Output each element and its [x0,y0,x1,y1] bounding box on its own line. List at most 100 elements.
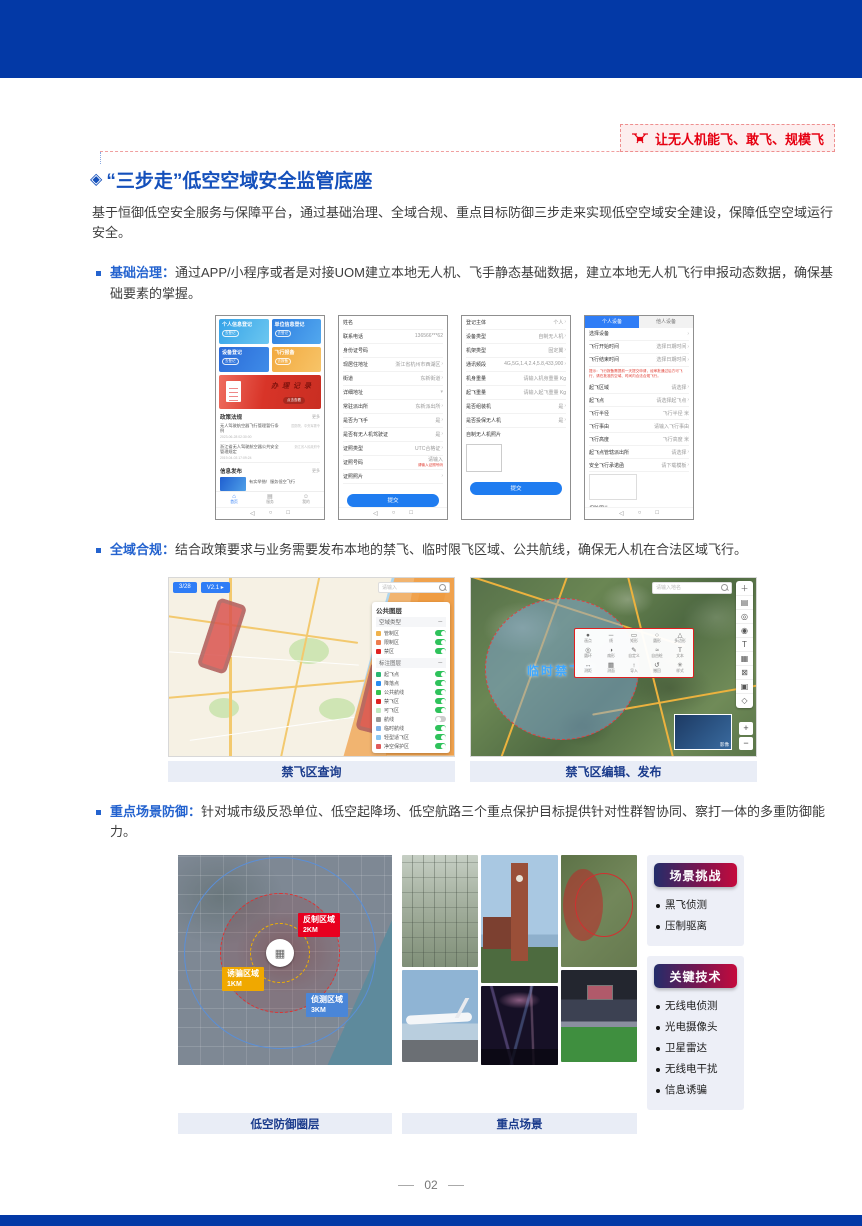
layer-toggle[interactable] [435,689,446,695]
drawing-tool[interactable]: ≈ 自由绘 [646,646,668,660]
collapse-icon[interactable]: － [437,659,443,667]
android-nav-key[interactable]: ◁ [373,510,378,517]
drawing-tool[interactable]: ─ 线 [600,631,622,645]
drawing-tool[interactable]: ↔ 测距 [577,661,599,675]
records-banner[interactable]: 办 理 记 录 点击查看 [219,375,321,409]
nav-tab[interactable]: ⌂ 首页 [216,492,252,508]
nav-tab[interactable]: ☺ 我的 [288,492,324,508]
form-row[interactable]: 起飞重量 请输入起飞重量 Kg [466,386,566,400]
form-row[interactable]: 现居住地址 浙江省杭州市西湖区› [343,358,443,372]
form-row[interactable]: 证照照片 › [343,470,443,484]
drawing-tool[interactable]: ✎ 自定义 [623,646,645,660]
form-row[interactable]: 设备类型 自制无人机› [466,330,566,344]
form-row[interactable]: 选择设备 › [589,328,689,341]
layer-toggle[interactable] [435,716,446,722]
more-link[interactable]: 更多 [312,468,320,474]
layer-toggle[interactable] [435,639,446,645]
layer-toggle[interactable] [435,680,446,686]
toolbar-icon[interactable]: ⊠ [736,666,753,680]
drawing-tool[interactable]: ▦ 测面 [600,661,622,675]
policy-item[interactable]: 无人驾驶航空器飞行管理暂行条例 2023-06-28 02:30:00 国务院、… [220,423,320,442]
toolbar-icon[interactable]: T [736,638,753,652]
layer-toggle[interactable] [435,725,446,731]
no-fly-query-map[interactable]: 3/28 V2.1 ▸ 请输入 公共图层 空域类型 － 管制区 [168,577,455,757]
toolbar-icon[interactable]: ▤ [736,596,753,610]
minimap[interactable]: 影像 [674,714,732,750]
form-row[interactable]: 姓名 [343,316,443,330]
submit-button[interactable]: 提交 [347,494,439,507]
more-link[interactable]: 更多 [312,414,320,420]
android-nav-key[interactable]: ○ [269,510,273,516]
drawing-tool[interactable]: ● 画点 [577,631,599,645]
toolbar-icon[interactable]: ◎ [736,610,753,624]
drawing-tool[interactable]: T 文本 [669,646,691,660]
no-fly-edit-map[interactable]: 临时禁飞区 ● 画点 ─ 线 ▭ 矩形 ○ 圆形 △ 多边形 ◎ [470,577,757,757]
home-card[interactable]: 单位信息登记 去登记 [272,319,322,344]
drawing-tool[interactable]: ◑ 扇形 [600,646,622,660]
news-item[interactable]: 有实举措！服务低空飞行 [220,477,320,491]
toolbar-icon[interactable]: ◇ [736,694,753,707]
android-nav-key[interactable]: ◁ [250,510,255,517]
drawing-tool[interactable]: ○ 圆形 [646,631,668,645]
form-row[interactable]: 飞行事由 请输入飞行事由 [589,420,689,433]
drawing-tool[interactable]: ◎ 圆环 [577,646,599,660]
home-card[interactable]: 飞行报备 去报备 [272,347,322,372]
drawing-tool[interactable]: ✳ 样式 [669,661,691,675]
android-nav-key[interactable]: ○ [638,510,642,516]
form-row[interactable]: 证照号码 请输入 请输入证照号码 [343,456,443,470]
submit-button[interactable]: 提交 [470,482,562,495]
form-row[interactable]: 常驻派出所 东新派出所› [343,400,443,414]
zoom-out-button[interactable]: − [739,737,753,750]
form-row[interactable]: 登记主体 个人› [466,316,566,330]
form-row[interactable]: 联系电话 136566***62 [343,330,443,344]
form-row[interactable]: 机架类型 固定翼› [466,344,566,358]
zoom-in-button[interactable]: + [739,722,753,735]
form-row[interactable]: 是否为飞手 是› [343,414,443,428]
map-search-input[interactable]: 请输入 [378,582,450,593]
android-nav-key[interactable]: □ [655,510,659,516]
form-row[interactable]: 飞行高度 飞行高度 米 [589,433,689,446]
form-row[interactable]: 起飞区域 请选择› [589,381,689,394]
tab-other-device[interactable]: 他人设备 [639,316,693,328]
toolbar-icon[interactable]: ▣ [736,680,753,694]
collapse-icon[interactable]: － [437,618,443,626]
android-nav-key[interactable]: ○ [392,510,396,516]
view-button[interactable]: 点击查看 [283,397,305,404]
commitment-letter-box[interactable] [589,474,637,500]
android-nav-key[interactable]: ◁ [619,510,624,517]
form-row[interactable]: 飞行半径 飞行半径 米 [589,407,689,420]
drawing-tool[interactable]: ↺ 撤回 [646,661,668,675]
map-version-button[interactable]: 3/28 [173,582,197,593]
home-card[interactable]: 设备登记 去登记 [219,347,269,372]
form-row[interactable]: 街道 东新街道› [343,372,443,386]
map-version-button[interactable]: V2.1 ▸ [201,582,230,593]
legend-group-header[interactable]: 空域类型 － [376,617,446,627]
layer-toggle[interactable] [435,671,446,677]
form-row[interactable]: 是否有无人机驾驶证 是› [343,428,443,442]
form-row[interactable]: 证照类型 UTC合格证› [343,442,443,456]
layer-toggle[interactable] [435,648,446,654]
layer-toggle[interactable] [435,698,446,704]
layer-toggle[interactable] [435,743,446,749]
form-row[interactable]: 机身重量 请输入机身重量 Kg [466,372,566,386]
android-nav-key[interactable]: □ [286,510,290,516]
form-row[interactable]: 身份证号码 [343,344,443,358]
form-row[interactable]: 安全飞行承诺函 请下载模板› [589,459,689,472]
map-search-input[interactable]: 请输入地名 [652,582,732,594]
form-row[interactable]: 通讯频段 4G,5G,1.4,2.4,5.8,433,900› [466,358,566,372]
toolbar-icon[interactable]: ＋ [736,582,753,596]
home-card[interactable]: 个人信息登记 去登记 [219,319,269,344]
form-row[interactable]: 详细地址 ▾ [343,386,443,400]
layer-toggle[interactable] [435,707,446,713]
tab-own-device[interactable]: 个人设备 [585,316,639,328]
drawing-tool[interactable]: △ 多边形 [669,631,691,645]
layer-toggle[interactable] [435,630,446,636]
policy-item[interactable]: 浙江省无人驾驶航空器公共安全管理规定 2019-04-03 17:09:24 浙… [220,444,320,463]
nav-tab[interactable]: ▤ 服务 [252,492,288,508]
drawing-tool[interactable]: ↑ 导入 [623,661,645,675]
photo-upload-box[interactable] [466,444,502,472]
drawing-tool[interactable]: ▭ 矩形 [623,631,645,645]
form-row[interactable]: 飞行开始时间 选择日期时间› [589,341,689,354]
form-row[interactable]: 飞行结束时间 选择日期时间› [589,354,689,367]
android-nav-key[interactable]: □ [409,510,413,516]
